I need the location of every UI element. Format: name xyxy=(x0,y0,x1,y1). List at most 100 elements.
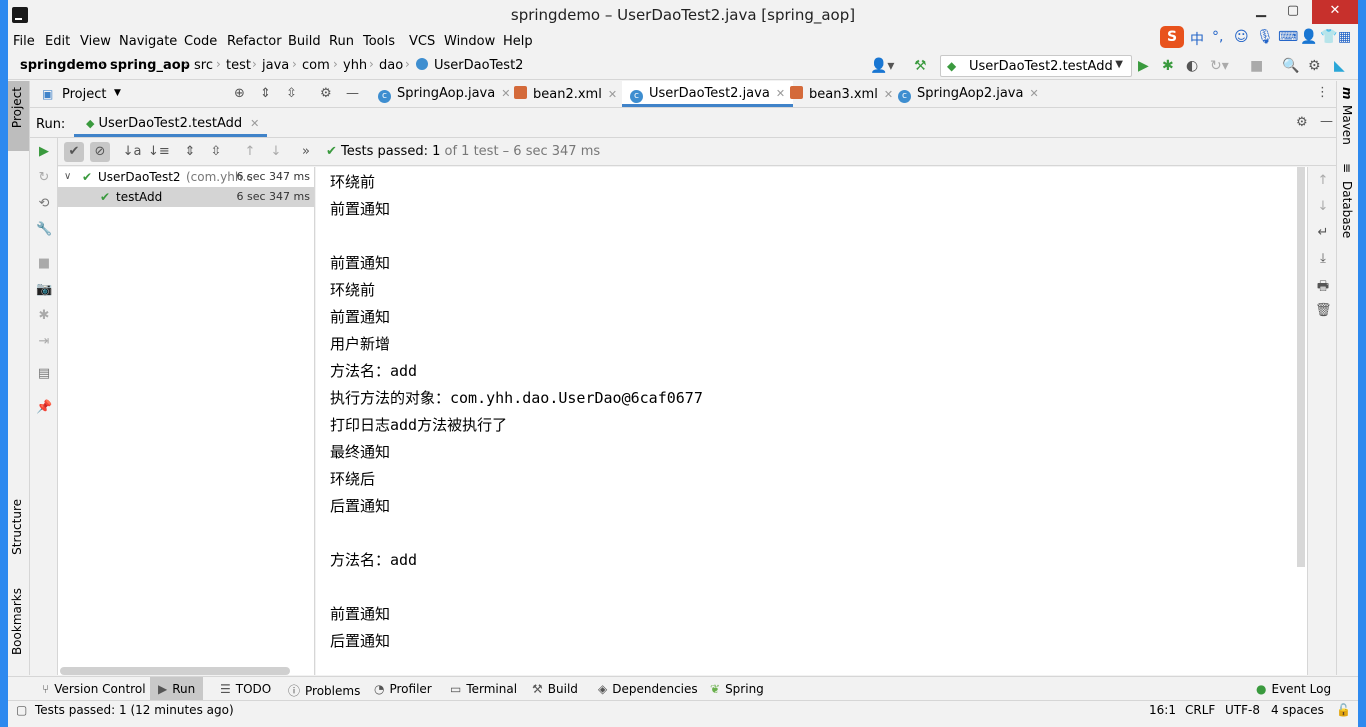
status-message[interactable]: Tests passed: 1 (12 minutes ago) xyxy=(35,703,234,717)
tool-tab-todo[interactable]: ☰ TODO xyxy=(212,677,279,701)
tool-tab-maven[interactable]: Maven xyxy=(1340,105,1354,145)
line-separator[interactable]: CRLF xyxy=(1185,703,1215,717)
hide-panel-icon[interactable]: — xyxy=(346,86,359,101)
close-icon[interactable]: ✕ xyxy=(1312,0,1358,24)
gear-icon[interactable]: ⚙ xyxy=(320,86,332,101)
horizontal-scrollbar[interactable] xyxy=(60,667,290,675)
close-icon[interactable]: ✕ xyxy=(1029,87,1038,100)
menu-run[interactable]: Run xyxy=(329,34,354,49)
menu-window[interactable]: Window xyxy=(444,34,495,49)
build-hammer-icon[interactable]: ⚒ xyxy=(914,58,927,74)
tab-springaop2-java[interactable]: c SpringAop2.java ✕ xyxy=(898,81,1039,107)
run-icon[interactable]: ▶ xyxy=(1138,58,1149,74)
menu-help[interactable]: Help xyxy=(503,34,533,49)
menu-file[interactable]: File xyxy=(13,34,35,49)
status-panel-icon[interactable]: ▢ xyxy=(16,703,27,717)
indent-setting[interactable]: 4 spaces xyxy=(1271,703,1324,717)
tool-tab-version-control[interactable]: ⑂ Version Control xyxy=(34,677,154,701)
print-icon[interactable]: 🖶 xyxy=(1315,277,1331,294)
breadcrumb-spring-aop[interactable]: spring_aop xyxy=(110,58,190,73)
grid-icon[interactable]: ▦ xyxy=(1338,29,1351,45)
trash-icon[interactable]: 🗑 xyxy=(1315,303,1332,319)
collapse-all-icon[interactable]: ⇳ xyxy=(206,142,226,162)
arrow-up-icon[interactable]: ↑ xyxy=(240,142,260,162)
maximize-icon[interactable]: ▢ xyxy=(1278,0,1308,24)
tool-tab-event-log[interactable]: ● Event Log xyxy=(1248,677,1339,701)
expand-all-icon[interactable]: ⇕ xyxy=(180,142,200,162)
tool-tab-problems[interactable]: ⓘ Problems xyxy=(280,677,368,701)
menu-view[interactable]: View xyxy=(80,34,111,49)
breadcrumb-userdaotest2[interactable]: UserDaoTest2 xyxy=(434,58,523,73)
menu-edit[interactable]: Edit xyxy=(45,34,70,49)
rerun-icon[interactable]: ▶ xyxy=(36,144,52,160)
tab-springaop-java[interactable]: c SpringAop.java ✕ xyxy=(378,81,510,107)
show-ignored-icon[interactable]: ⊘ xyxy=(90,142,110,162)
sort-duration-icon[interactable]: ↓≡ xyxy=(148,142,170,162)
close-icon[interactable]: ✕ xyxy=(250,117,259,130)
tool-tab-database[interactable]: Database xyxy=(1340,181,1354,238)
breadcrumb-springdemo[interactable]: springdemo xyxy=(20,58,107,73)
search-icon[interactable]: 🔍 xyxy=(1282,58,1299,74)
more-icon[interactable]: » xyxy=(296,142,316,162)
collapse-all-icon[interactable]: ⇳ xyxy=(286,86,297,101)
tool-tab-spring[interactable]: ❦ Spring xyxy=(702,677,772,701)
profile-icon[interactable]: ↻▾ xyxy=(1210,58,1229,74)
console-output[interactable]: 环绕前 前置通知 前置通知 环绕前 前置通知 用户新增 方法名：add 执行方法… xyxy=(316,167,1307,675)
project-panel-label[interactable]: Project xyxy=(62,87,106,102)
menu-navigate[interactable]: Navigate xyxy=(119,34,177,49)
wrench-icon[interactable]: 🔧 xyxy=(36,222,52,238)
breadcrumb-yhh[interactable]: yhh xyxy=(343,58,367,73)
expand-all-icon[interactable]: ⇕ xyxy=(260,86,271,101)
keyboard-icon[interactable]: ⌨ xyxy=(1278,29,1298,45)
exit-icon[interactable]: ⇥ xyxy=(36,334,52,350)
tab-bean3-xml[interactable]: bean3.xml ✕ xyxy=(790,81,893,107)
breadcrumb-java[interactable]: java xyxy=(262,58,289,73)
tool-tab-run[interactable]: ▶ Run xyxy=(150,677,204,701)
coverage-icon[interactable]: ◐ xyxy=(1186,58,1198,74)
rerun-failed-icon[interactable]: ↻ xyxy=(36,170,52,186)
plugin-icon[interactable]: ◣ xyxy=(1334,58,1345,74)
tool-tab-structure[interactable]: Structure xyxy=(10,499,24,555)
stop-icon[interactable]: ■ xyxy=(1250,58,1263,74)
tool-tab-build[interactable]: ⚒ Build xyxy=(524,677,586,701)
menu-build[interactable]: Build xyxy=(288,34,321,49)
menu-vcs[interactable]: VCS xyxy=(409,34,435,49)
show-passed-icon[interactable]: ✔ xyxy=(64,142,84,162)
tool-tab-project[interactable]: Project xyxy=(10,87,24,128)
tab-bean2-xml[interactable]: bean2.xml ✕ xyxy=(514,81,617,107)
microphone-icon[interactable]: 🎙 xyxy=(1256,29,1274,45)
sogou-logo-icon[interactable]: S xyxy=(1160,26,1184,48)
arrow-down-icon[interactable]: ↓ xyxy=(266,142,286,162)
hide-panel-icon[interactable]: — xyxy=(1320,114,1333,129)
gear-icon[interactable]: ⚙ xyxy=(1308,58,1321,74)
gear-icon[interactable]: ⚙ xyxy=(1296,115,1308,130)
close-icon[interactable]: ✕ xyxy=(501,87,510,100)
user-account-icon[interactable]: 👤▾ xyxy=(870,58,894,74)
tool-tab-bookmarks[interactable]: Bookmarks xyxy=(10,588,24,655)
breadcrumb-com[interactable]: com xyxy=(302,58,330,73)
minimize-icon[interactable]: ▁ xyxy=(1246,0,1276,24)
arrow-up-icon[interactable]: ↑ xyxy=(1315,173,1331,189)
breadcrumb-src[interactable]: src xyxy=(194,58,213,73)
layout-icon[interactable]: ▤ xyxy=(36,366,52,382)
vertical-scrollbar[interactable] xyxy=(1297,167,1305,567)
breadcrumb-dao[interactable]: dao xyxy=(379,58,403,73)
file-encoding[interactable]: UTF-8 xyxy=(1225,703,1260,717)
shirt-icon[interactable]: 👕 xyxy=(1320,29,1337,45)
tool-tab-dependencies[interactable]: ◈ Dependencies xyxy=(590,677,706,701)
debug-icon[interactable]: ✱ xyxy=(1162,58,1174,74)
run-tab-userdaotest2-testadd[interactable]: ◆ UserDaoTest2.testAdd ✕ xyxy=(74,108,268,137)
locate-icon[interactable]: ⊕ xyxy=(234,86,245,101)
chevron-down-icon[interactable]: ▼ xyxy=(114,88,121,98)
ime-mode[interactable]: 中 xyxy=(1190,29,1204,49)
tree-row[interactable]: ✔ testAdd 6 sec 347 ms xyxy=(58,187,314,207)
run-configuration-select[interactable]: ◆ UserDaoTest2.testAdd ▼ xyxy=(940,55,1132,77)
scroll-to-end-icon[interactable]: ⤓ xyxy=(1315,251,1331,267)
tree-row[interactable]: ∨ ✔ UserDaoTest2 (com.yhh.c 6 sec 347 ms xyxy=(58,167,314,187)
tool-tab-terminal[interactable]: ▭ Terminal xyxy=(442,677,525,701)
menu-code[interactable]: Code xyxy=(184,34,217,49)
pin-icon[interactable]: 📌 xyxy=(36,400,52,416)
more-tabs-icon[interactable]: ⋮ xyxy=(1316,85,1329,100)
emoji-icon[interactable]: ☺ xyxy=(1234,29,1249,45)
sort-alpha-icon[interactable]: ↓a xyxy=(122,142,142,162)
